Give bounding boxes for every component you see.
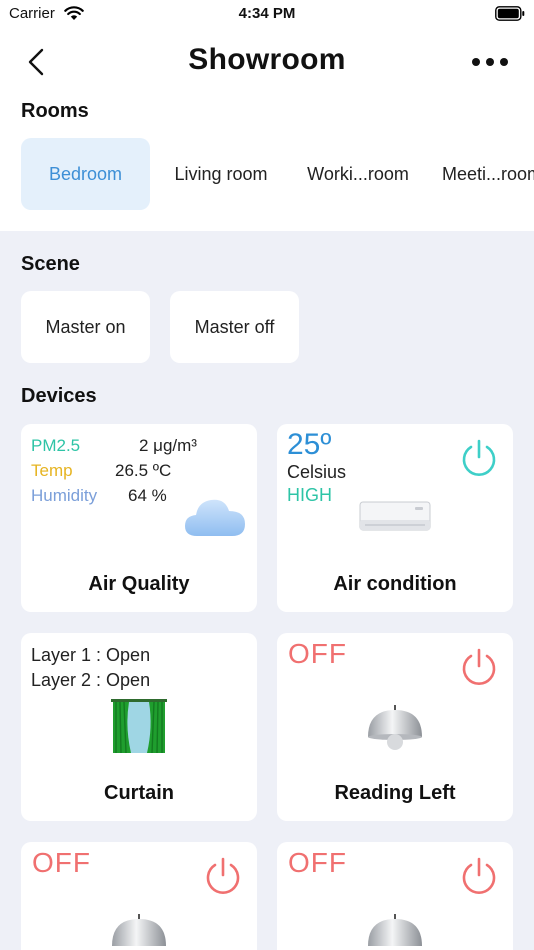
- curtain-name: Curtain: [104, 782, 174, 804]
- lamp3-state: OFF: [32, 847, 91, 878]
- tab-meeting-room[interactable]: Meeti...room: [433, 138, 534, 210]
- pm25-label: PM2.5: [31, 436, 81, 455]
- lamp-card-3[interactable]: OFF: [21, 842, 257, 950]
- devices-label: Devices: [21, 385, 97, 407]
- reading-left-card[interactable]: OFF Reading Left: [277, 633, 513, 821]
- pm25-value: 2 μg/m³: [139, 436, 197, 455]
- temp-value: 26.5 ºC: [115, 461, 172, 480]
- air-condition-name: Air condition: [333, 573, 457, 595]
- curtain-layer2: Layer 2 : Open: [31, 670, 151, 690]
- ac-unit: Celsius: [287, 462, 347, 482]
- reading-left-state: OFF: [288, 638, 347, 669]
- lamp3-power-icon[interactable]: [203, 856, 243, 896]
- cloud-icon: [185, 499, 245, 536]
- lamp-icon: [368, 914, 422, 946]
- reading-left-power-icon[interactable]: [459, 647, 499, 687]
- lamp-card-4[interactable]: OFF: [277, 842, 513, 950]
- ac-temperature: 25º: [287, 428, 332, 461]
- tab-living-room[interactable]: Living room: [160, 138, 282, 210]
- lamp4-power-icon[interactable]: [459, 856, 499, 896]
- humidity-label: Humidity: [31, 486, 98, 505]
- reading-left-name: Reading Left: [334, 782, 456, 804]
- air-quality-name: Air Quality: [88, 573, 190, 595]
- battery-icon: [495, 6, 525, 21]
- tab-working-room[interactable]: Worki...room: [295, 138, 421, 210]
- humidity-value: 64 %: [128, 486, 167, 505]
- air-condition-card[interactable]: 25º Celsius HIGH Air condition: [277, 424, 513, 612]
- rooms-label: Rooms: [21, 100, 89, 122]
- tab-bedroom[interactable]: Bedroom: [21, 138, 150, 210]
- curtain-layer1: Layer 1 : Open: [31, 645, 151, 665]
- air-quality-card[interactable]: PM2.5 2 μg/m³ Temp 26.5 ºC Humidity 64 %…: [21, 424, 257, 612]
- lamp-icon: [368, 705, 422, 750]
- scene-label: Scene: [21, 253, 80, 275]
- ac-power-icon[interactable]: [459, 438, 499, 478]
- status-bar: Carrier 4:34 PM: [0, 0, 534, 30]
- ac-fan-speed: HIGH: [287, 485, 332, 505]
- more-options-icon[interactable]: [470, 52, 510, 72]
- temp-label: Temp: [31, 461, 73, 480]
- lamp4-state: OFF: [288, 847, 347, 878]
- page-title: Showroom: [188, 43, 346, 76]
- status-time: 4:34 PM: [238, 5, 296, 22]
- master-on-button[interactable]: Master on: [21, 291, 150, 363]
- curtain-card[interactable]: Layer 1 : Open Layer 2 : Open Curtain: [21, 633, 257, 821]
- air-conditioner-icon: [359, 501, 431, 531]
- master-off-button[interactable]: Master off: [170, 291, 299, 363]
- lamp-icon: [112, 914, 166, 946]
- curtain-icon: [111, 699, 167, 754]
